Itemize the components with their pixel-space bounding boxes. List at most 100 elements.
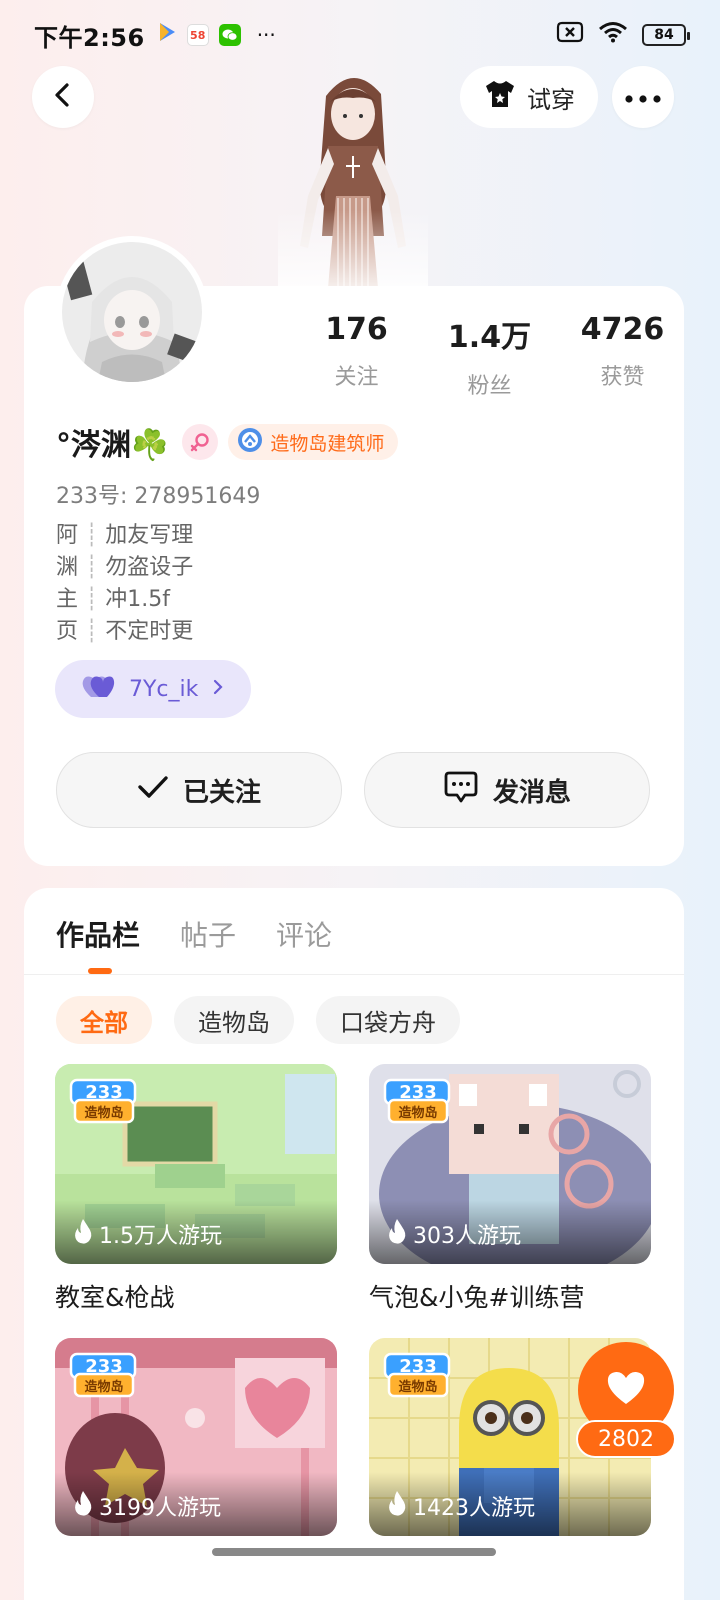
bio-line: 阿 ┊ 加友写理	[56, 520, 193, 552]
works-tabs: 作品栏 帖子 评论	[56, 914, 332, 954]
check-icon	[137, 774, 169, 807]
game-card[interactable]: 233 造物岛 303人游玩 气泡&小兔#训练营	[369, 1064, 651, 1314]
avatar-3d-figure	[278, 66, 428, 288]
zaowudao-logo: 233 造物岛	[383, 1078, 451, 1124]
more-button[interactable]	[612, 66, 674, 128]
stat-following[interactable]: 176 关注	[290, 312, 423, 400]
home-indicator[interactable]	[212, 1548, 496, 1556]
stat-label: 粉丝	[467, 374, 512, 399]
stat-value: 4726	[580, 312, 665, 347]
stat-likes[interactable]: 4726 获赞	[556, 312, 689, 400]
tshirt-icon	[483, 79, 517, 115]
fan-tag-button[interactable]: 7Yc_ik	[55, 660, 251, 718]
filter-chip-all[interactable]: 全部	[56, 996, 152, 1044]
game-thumbnail: 233 造物岛 3199人游玩	[55, 1338, 337, 1536]
name-row: °涔渊☘️ 造物岛建筑师	[56, 420, 399, 464]
more-horizontal-icon	[625, 88, 661, 107]
bio-line: 渊 ┊ 勿盗设子	[56, 552, 193, 584]
battery-indicator: 84	[642, 24, 690, 46]
no-sim-icon	[556, 21, 584, 49]
play-count: 1423人游玩	[369, 1472, 651, 1536]
game-title: 气泡&小兔#训练营	[369, 1283, 585, 1312]
status-right: 84	[556, 21, 690, 49]
game-title: 教室&枪战	[55, 1283, 175, 1312]
zaowudao-logo: 233 造物岛	[69, 1078, 137, 1124]
game-thumbnail: 233 造物岛 1.5万人游玩	[55, 1064, 337, 1264]
bio-initial: 阿	[56, 523, 79, 548]
avatar[interactable]	[56, 236, 208, 388]
play-count-label: 1.5万人游玩	[99, 1224, 222, 1249]
flame-icon	[73, 1490, 93, 1522]
filter-row: 全部 造物岛 口袋方舟	[56, 996, 460, 1044]
try-on-button[interactable]: 试穿	[460, 66, 598, 128]
architect-badge-icon	[236, 426, 264, 459]
bio-separator: ┊	[85, 523, 99, 548]
svg-text:233: 233	[399, 1082, 437, 1103]
tab-comments[interactable]: 评论	[276, 914, 332, 954]
nickname: °涔渊☘️	[56, 428, 169, 463]
like-fab[interactable]: 2802	[576, 1342, 676, 1458]
bio-initial: 渊	[56, 555, 79, 580]
bio-text: 勿盗设子	[105, 555, 194, 580]
filter-chip-pocket-ark[interactable]: 口袋方舟	[316, 996, 460, 1044]
stat-label: 关注	[334, 365, 379, 390]
tab-divider	[24, 974, 684, 975]
svg-text:造物岛: 造物岛	[84, 1379, 123, 1395]
works-card: 作品栏 帖子 评论 全部 造物岛 口袋方舟 233 造物岛 1.5万人游玩 教室…	[24, 888, 684, 1600]
game-card[interactable]: 233 造物岛 1.5万人游玩 教室&枪战	[55, 1064, 337, 1314]
chevron-right-icon	[212, 677, 224, 702]
bio-initial: 页	[56, 619, 79, 644]
play-count-label: 303人游玩	[413, 1224, 521, 1249]
avatar-image	[62, 242, 202, 382]
bio-text: 加友写理	[105, 523, 194, 548]
stat-followers[interactable]: 1.4万 粉丝	[423, 312, 556, 400]
stat-label: 获赞	[600, 365, 645, 390]
bio: 阿 ┊ 加友写理 渊 ┊ 勿盗设子 主 ┊ 冲1.5f 页 ┊ 不定时更	[56, 520, 193, 648]
svg-text:233: 233	[85, 1082, 123, 1103]
double-heart-icon	[81, 673, 115, 705]
message-label: 发消息	[492, 777, 571, 808]
play-count: 1.5万人游玩	[55, 1200, 337, 1264]
tab-works[interactable]: 作品栏	[56, 914, 140, 954]
heart-icon	[606, 1370, 646, 1410]
zaowudao-logo: 233 造物岛	[69, 1352, 137, 1398]
svg-text:233: 233	[85, 1356, 123, 1377]
filter-chip-zaowudao[interactable]: 造物岛	[174, 996, 294, 1044]
game-card[interactable]: 233 造物岛 3199人游玩	[55, 1338, 337, 1536]
status-time: 下午2:56	[34, 23, 145, 52]
female-icon	[182, 424, 219, 460]
profile-stats: 176 关注 1.4万 粉丝 4726 获赞	[290, 312, 689, 400]
status-app-icons: 58 ···	[157, 21, 276, 49]
bio-separator: ┊	[85, 587, 99, 612]
back-arrow-icon	[52, 82, 74, 112]
play-count: 303人游玩	[369, 1200, 651, 1264]
try-on-label: 试穿	[527, 85, 575, 114]
followed-label: 已关注	[182, 777, 261, 808]
like-count: 2802	[576, 1420, 676, 1458]
wechat-icon	[218, 24, 241, 46]
title-badge-label: 造物岛建筑师	[270, 432, 385, 455]
title-badge[interactable]: 造物岛建筑师	[228, 424, 399, 460]
bio-text: 冲1.5f	[105, 587, 170, 612]
svg-text:造物岛: 造物岛	[398, 1379, 437, 1395]
play-count-label: 1423人游玩	[413, 1496, 535, 1521]
bio-initial: 主	[56, 587, 79, 612]
bio-line: 页 ┊ 不定时更	[56, 616, 193, 648]
user-id: 233号: 278951649	[56, 484, 261, 509]
svg-text:233: 233	[399, 1356, 437, 1377]
wifi-icon	[598, 21, 628, 49]
svg-text:造物岛: 造物岛	[84, 1105, 123, 1121]
followed-button[interactable]: 已关注	[56, 752, 342, 828]
app-58-icon: 58	[186, 24, 209, 46]
flame-icon	[73, 1218, 93, 1250]
tab-posts[interactable]: 帖子	[180, 914, 236, 954]
flame-icon	[387, 1218, 407, 1250]
message-button[interactable]: 发消息	[364, 752, 650, 828]
status-bar: 下午2:56 58 ··· 84	[0, 0, 720, 70]
stat-value: 176	[325, 312, 388, 347]
bio-separator: ┊	[85, 555, 99, 580]
flame-icon	[387, 1490, 407, 1522]
fan-tag-label: 7Yc_ik	[129, 676, 199, 702]
bio-separator: ┊	[85, 619, 99, 644]
back-button[interactable]	[32, 66, 94, 128]
